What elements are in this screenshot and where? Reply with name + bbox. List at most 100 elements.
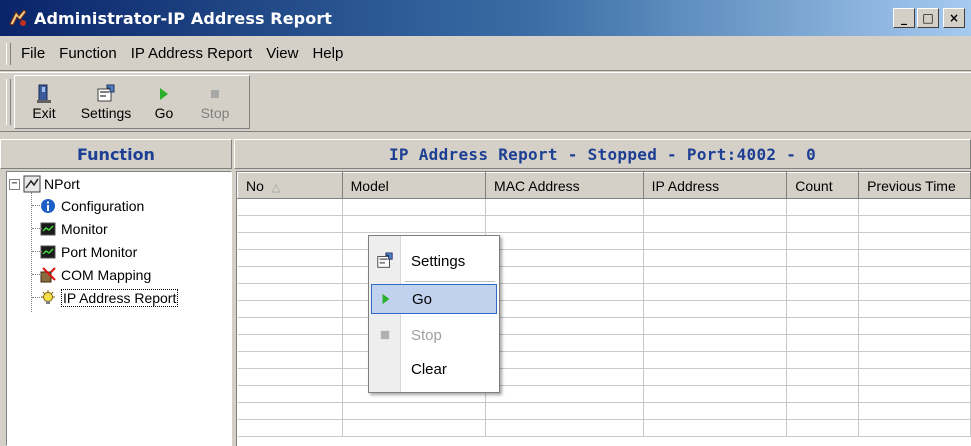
empty-grid-cell — [485, 198, 644, 216]
stop-label: Stop — [200, 105, 230, 121]
app-icon — [8, 8, 28, 28]
tree-item-label: IP Address Report — [61, 288, 179, 307]
context-menu-separator — [405, 281, 495, 282]
report-table: No △ Model MAC Address IP Address Count P… — [237, 172, 971, 437]
menu-help[interactable]: Help — [305, 45, 350, 62]
tree-children: Configuration Monitor Port Monitor COM M… — [25, 194, 179, 309]
column-header-no[interactable]: No △ — [237, 172, 343, 199]
empty-grid-row — [237, 317, 971, 335]
window-title: Administrator-IP Address Report — [34, 8, 333, 28]
lightbulb-icon — [39, 289, 57, 307]
empty-grid-row — [237, 402, 971, 420]
empty-grid-cell — [786, 249, 860, 267]
column-header-ip-address[interactable]: IP Address — [642, 172, 788, 199]
empty-grid-cell — [786, 368, 860, 386]
context-menu-clear[interactable]: Clear — [371, 354, 497, 384]
empty-grid-cell — [643, 368, 788, 386]
empty-grid-cell — [237, 215, 343, 233]
settings-button[interactable]: Settings — [69, 76, 143, 128]
function-tree: − NPort Configuration Monitor Port Monit… — [6, 171, 232, 446]
empty-grid-cell — [485, 283, 644, 301]
empty-grid-cell — [485, 419, 644, 437]
column-header-mac-address[interactable]: MAC Address — [485, 172, 644, 199]
empty-grid-cell — [485, 334, 644, 352]
maximize-icon: □ — [922, 11, 934, 25]
title-bar[interactable]: Administrator-IP Address Report _ □ × — [0, 0, 971, 36]
tree-item-monitor[interactable]: Monitor — [25, 217, 178, 240]
play-icon — [153, 84, 175, 104]
stop-button[interactable]: Stop — [185, 76, 245, 128]
menu-view[interactable]: View — [259, 45, 305, 62]
context-menu-go[interactable]: Go — [371, 284, 497, 314]
empty-grid-row — [237, 334, 971, 352]
empty-grid-cell — [237, 334, 343, 352]
empty-grid-row — [237, 351, 971, 369]
empty-grid-cell — [786, 419, 860, 437]
empty-grid-cell — [858, 317, 971, 335]
empty-grid-row — [237, 249, 971, 267]
minimize-button[interactable]: _ — [893, 8, 915, 28]
tree-root-nport[interactable]: − NPort — [9, 175, 80, 193]
empty-grid-cell — [858, 351, 971, 369]
tree-item-configuration[interactable]: Configuration — [25, 194, 178, 217]
empty-grid-cell — [485, 232, 644, 250]
settings-icon — [95, 84, 117, 104]
empty-grid-cell — [786, 300, 860, 318]
go-label: Go — [154, 105, 174, 121]
column-header-label: IP Address — [651, 177, 720, 194]
empty-grid-cell — [786, 351, 860, 369]
empty-grid-cell — [485, 385, 644, 403]
empty-grid-cell — [342, 419, 487, 437]
empty-grid-cell — [643, 215, 788, 233]
empty-grid-row — [237, 232, 971, 250]
menu-function[interactable]: Function — [52, 45, 124, 62]
tree-item-label: Monitor — [61, 220, 108, 237]
empty-grid-cell — [485, 266, 644, 284]
empty-grid-cell — [237, 232, 343, 250]
column-header-previous-time[interactable]: Previous Time — [858, 172, 971, 199]
tree-item-label: COM Mapping — [61, 266, 152, 283]
close-button[interactable]: × — [943, 8, 965, 28]
empty-grid-cell — [858, 385, 971, 403]
empty-grid-cell — [643, 249, 788, 267]
empty-grid-cell — [786, 232, 860, 250]
exit-label: Exit — [32, 105, 56, 121]
menu-ip-address-report[interactable]: IP Address Report — [124, 45, 259, 62]
function-panel-header: Function — [0, 139, 232, 169]
close-icon: × — [948, 11, 960, 25]
app-window: Administrator-IP Address Report _ □ × Fi… — [0, 0, 971, 446]
report-grid[interactable]: No △ Model MAC Address IP Address Count P… — [236, 171, 971, 446]
exit-button[interactable]: Exit — [19, 76, 69, 128]
empty-grid-cell — [643, 402, 788, 420]
empty-grid-cell — [237, 317, 343, 335]
empty-grid-cell — [485, 249, 644, 267]
tree-item-ip-address-report[interactable]: IP Address Report — [25, 286, 179, 309]
empty-grid-cell — [643, 300, 788, 318]
column-header-model[interactable]: Model — [341, 172, 487, 199]
column-header-count[interactable]: Count — [786, 172, 860, 199]
empty-grid-row — [237, 266, 971, 284]
nport-device-icon — [23, 175, 41, 193]
empty-grid-cell — [237, 249, 343, 267]
empty-grid-cell — [485, 402, 644, 420]
empty-grid-cell — [858, 266, 971, 284]
tree-item-com-mapping[interactable]: COM Mapping — [25, 263, 178, 286]
collapse-icon[interactable]: − — [9, 178, 20, 190]
column-header-label: Model — [350, 177, 389, 194]
tree-item-label: Configuration — [61, 197, 145, 214]
menu-file[interactable]: File — [14, 45, 52, 62]
empty-grid-cell — [858, 402, 971, 420]
empty-grid-cell — [858, 419, 971, 437]
empty-grid-cell — [342, 215, 487, 233]
go-button[interactable]: Go — [143, 76, 185, 128]
empty-grid-cell — [786, 283, 860, 301]
context-menu-stop[interactable]: Stop — [371, 320, 497, 350]
empty-grid-cell — [485, 215, 644, 233]
context-menu-settings[interactable]: Settings — [371, 246, 497, 276]
tree-item-port-monitor[interactable]: Port Monitor — [25, 240, 178, 263]
stop-icon — [371, 330, 399, 340]
empty-grid-cell — [643, 334, 788, 352]
maximize-button[interactable]: □ — [917, 8, 939, 28]
empty-grid-cell — [858, 334, 971, 352]
table-header-row: No △ Model MAC Address IP Address Count P… — [237, 172, 971, 199]
